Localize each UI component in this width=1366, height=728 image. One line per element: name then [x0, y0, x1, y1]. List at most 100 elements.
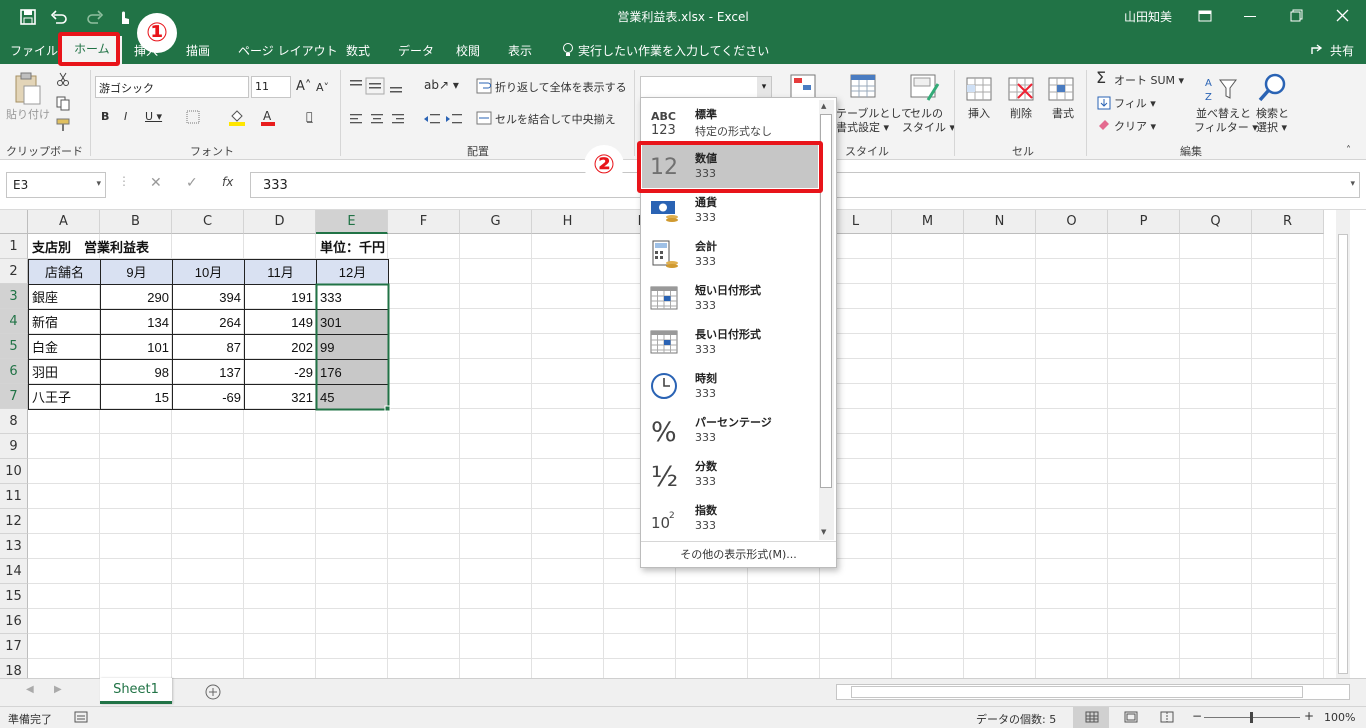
fill-icon[interactable]	[1097, 96, 1111, 110]
font-name-box[interactable]: 游ゴシック	[95, 76, 249, 98]
zoom-slider-thumb[interactable]	[1250, 712, 1253, 723]
paste-icon[interactable]	[14, 72, 42, 106]
wrap-text-icon[interactable]	[476, 78, 492, 94]
tab-data[interactable]: データ	[398, 42, 434, 59]
font-size-box[interactable]: 11	[251, 76, 291, 98]
bold-button[interactable]: B	[101, 110, 109, 124]
scroll-sheets-left-icon[interactable]: ◀	[26, 684, 34, 695]
cancel-icon[interactable]: ✕	[150, 175, 162, 191]
sort-filter-label-2[interactable]: フィルター ▾	[1194, 121, 1258, 135]
orientation-icon[interactable]: ab↗ ▾	[424, 78, 459, 92]
row-header-15[interactable]: 15	[0, 584, 28, 609]
format-as-table-icon[interactable]	[850, 74, 882, 104]
column-header-o[interactable]: O	[1036, 210, 1108, 234]
scroll-up-icon[interactable]: ▲	[821, 102, 826, 110]
tab-view[interactable]: 表示	[508, 42, 532, 59]
insert-cells-icon[interactable]	[966, 74, 994, 104]
more-number-formats-link[interactable]: その他の表示形式(M)...	[641, 546, 836, 562]
page-break-view-icon[interactable]	[1160, 711, 1174, 723]
wrap-text-button[interactable]: 折り返して全体を表示する	[495, 81, 627, 95]
sort-filter-icon[interactable]: AZ	[1204, 74, 1238, 104]
row-header-16[interactable]: 16	[0, 609, 28, 634]
close-icon[interactable]	[1336, 9, 1349, 22]
delete-cells-button[interactable]: 削除	[1010, 107, 1032, 121]
horizontal-scroll-thumb[interactable]	[851, 686, 1303, 698]
format-option-time[interactable]: 時刻 333	[642, 364, 818, 408]
new-sheet-icon[interactable]	[205, 684, 221, 700]
clear-button[interactable]: クリア ▾	[1114, 120, 1156, 134]
row-header-9[interactable]: 9	[0, 434, 28, 459]
column-header-m[interactable]: M	[892, 210, 964, 234]
tab-review[interactable]: 校閲	[456, 42, 480, 59]
format-cells-icon[interactable]	[1048, 74, 1076, 104]
decrease-font-icon[interactable]: A˅	[316, 81, 329, 95]
zoom-level[interactable]: 100%	[1324, 711, 1355, 724]
fill-button[interactable]: フィル ▾	[1114, 97, 1156, 111]
eraser-icon[interactable]	[1097, 118, 1111, 130]
cell-styles-icon[interactable]	[910, 74, 942, 104]
normal-view-icon[interactable]	[1085, 711, 1099, 723]
vertical-scroll-thumb[interactable]	[1338, 234, 1348, 674]
column-header-g[interactable]: G	[460, 210, 532, 234]
column-header-h[interactable]: H	[532, 210, 604, 234]
zoom-in-icon[interactable]: +	[1304, 709, 1314, 723]
find-select-label-2[interactable]: 選択 ▾	[1256, 121, 1287, 135]
name-box[interactable]: E3 ▾	[6, 172, 106, 198]
italic-button[interactable]: I	[124, 110, 127, 124]
number-format-box[interactable]: ▾	[640, 76, 772, 98]
tab-formulas[interactable]: 数式	[346, 42, 370, 59]
user-name[interactable]: 山田知美	[1124, 8, 1172, 25]
fill-color-icon[interactable]	[229, 108, 245, 126]
find-select-icon[interactable]	[1258, 72, 1288, 104]
find-select-label[interactable]: 検索と	[1256, 107, 1289, 121]
row-header-12[interactable]: 12	[0, 509, 28, 534]
tell-me-box[interactable]: 実行したい作業を入力してください	[578, 42, 769, 59]
underline-button[interactable]: U ▾	[145, 110, 162, 124]
phonetic-icon[interactable]: ア̲	[306, 110, 313, 124]
row-header-11[interactable]: 11	[0, 484, 28, 509]
insert-function-icon[interactable]: fx	[222, 175, 233, 189]
column-header-q[interactable]: Q	[1180, 210, 1252, 234]
vertical-scrollbar[interactable]	[1336, 210, 1350, 678]
format-painter-icon[interactable]	[56, 118, 72, 132]
restore-icon[interactable]	[1290, 9, 1303, 22]
format-option-short-date[interactable]: 短い日付形式 333	[642, 276, 818, 320]
collapse-ribbon-icon[interactable]: ˄	[1346, 144, 1351, 158]
increase-font-icon[interactable]: A˄	[296, 80, 311, 94]
format-as-table-label[interactable]: テーブルとして	[836, 107, 912, 121]
row-header-18[interactable]: 18	[0, 659, 28, 678]
format-option-scientific[interactable]: 10 2 指数 333	[642, 496, 818, 540]
format-cells-button[interactable]: 書式	[1052, 107, 1074, 121]
paste-label[interactable]: 貼り付け	[6, 108, 50, 122]
autosum-icon[interactable]: Σ	[1096, 70, 1106, 86]
enter-icon[interactable]: ✓	[186, 175, 198, 191]
format-option-long-date[interactable]: 長い日付形式 333	[642, 320, 818, 364]
sort-filter-label[interactable]: 並べ替えと	[1196, 107, 1251, 121]
scroll-down-icon[interactable]: ▼	[821, 528, 826, 536]
font-color-icon[interactable]: A	[261, 108, 275, 126]
tab-page-layout[interactable]: ページ レイアウト	[238, 42, 338, 59]
format-option-accounting[interactable]: 会計 333	[642, 232, 818, 276]
cell-styles-label[interactable]: セルの	[910, 107, 943, 121]
autosum-button[interactable]: オート SUM ▾	[1114, 74, 1184, 88]
column-header-r[interactable]: R	[1252, 210, 1324, 234]
page-layout-view-icon[interactable]	[1124, 711, 1138, 723]
format-option-percentage[interactable]: % パーセンテージ 333	[642, 408, 818, 452]
horizontal-align-icons[interactable]	[348, 112, 412, 126]
borders-icon[interactable]	[186, 110, 200, 124]
cell-styles-label-2[interactable]: スタイル ▾	[902, 121, 955, 135]
insert-cells-button[interactable]: 挿入	[968, 107, 990, 121]
column-header-n[interactable]: N	[964, 210, 1036, 234]
delete-cells-icon[interactable]	[1008, 74, 1036, 104]
minimize-icon[interactable]	[1244, 16, 1256, 18]
zoom-out-icon[interactable]: −	[1192, 709, 1202, 723]
vertical-align-icons[interactable]	[348, 77, 412, 95]
format-option-currency[interactable]: 通貨 333	[642, 188, 818, 232]
format-option-general[interactable]: ABC 123 標準 特定の形式なし	[642, 100, 818, 144]
share-button[interactable]: 共有	[1330, 42, 1354, 59]
indent-icons[interactable]	[422, 112, 462, 126]
sheet-tab-sheet1[interactable]: Sheet1	[100, 678, 172, 704]
tab-draw[interactable]: 描画	[186, 42, 210, 59]
column-header-p[interactable]: P	[1108, 210, 1180, 234]
row-header-17[interactable]: 17	[0, 634, 28, 659]
